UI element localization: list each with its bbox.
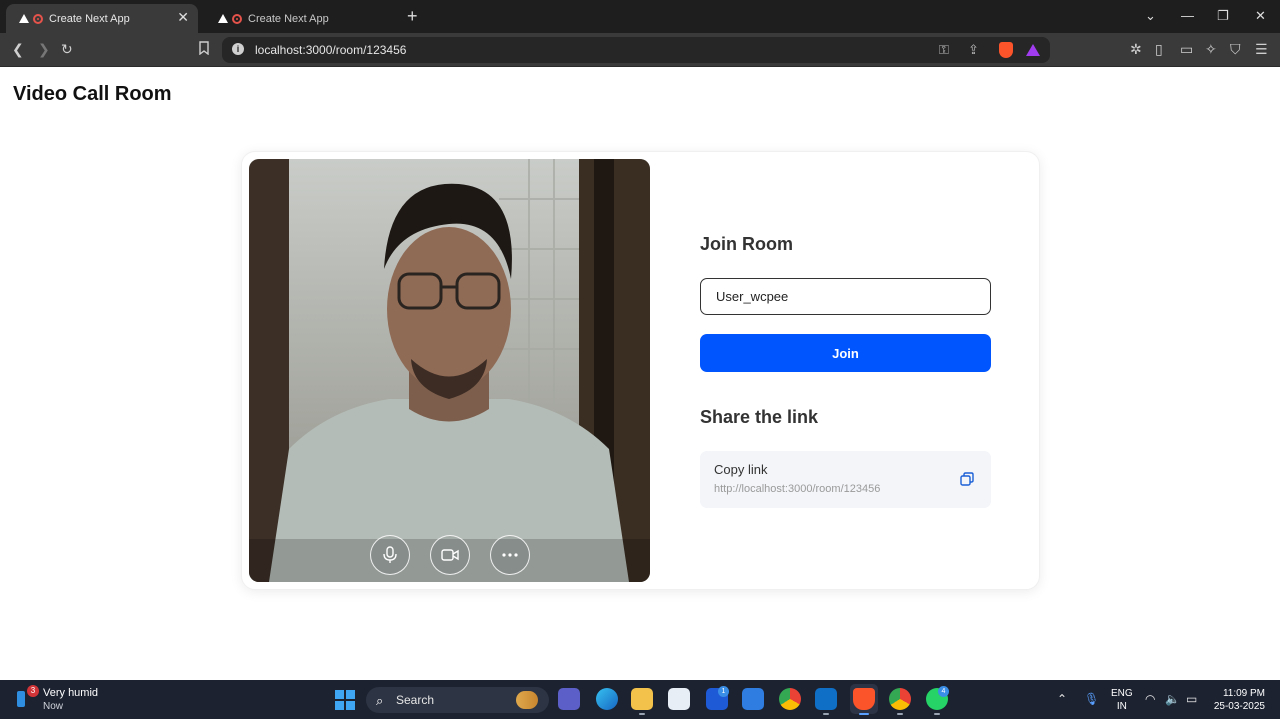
clock[interactable]: 11:09 PM 25-03-2025 [1212, 687, 1265, 713]
join-button[interactable]: Join [700, 334, 991, 372]
language-code: ENG [1111, 688, 1133, 699]
brave-icon[interactable] [853, 688, 875, 710]
video-preview [249, 159, 650, 582]
leo-ai-icon[interactable]: ✧ [1205, 41, 1217, 57]
weather-icon [17, 691, 25, 707]
reload-icon[interactable]: ↻ [61, 41, 73, 57]
running-indicator [639, 713, 645, 715]
running-indicator [897, 713, 903, 715]
camera-feed-image [249, 159, 650, 582]
region-code: IN [1116, 701, 1127, 712]
page-title: Video Call Room [13, 83, 172, 105]
minimize-icon[interactable]: — [1181, 8, 1194, 23]
address-bar[interactable]: i localhost:3000/room/123456 ⚿ ⇪ [222, 37, 1050, 63]
running-indicator [823, 713, 829, 715]
battery-icon[interactable]: ▭ [1186, 692, 1197, 706]
copy-link-label: Copy link [714, 462, 768, 477]
more-options-button[interactable] [490, 535, 530, 575]
vercel-icon [19, 14, 29, 23]
os-taskbar: 3 Very humid Now ⌕ Search 1 4 ⌃ 🎙 ENG IN… [0, 680, 1280, 719]
file-explorer-icon[interactable] [631, 688, 653, 710]
taskbar-search[interactable]: ⌕ Search [366, 687, 549, 713]
search-highlight-icon [516, 691, 538, 709]
browser-tab[interactable]: Create Next App [205, 4, 403, 33]
search-icon: ⌕ [376, 693, 384, 708]
new-tab-icon[interactable]: + [407, 6, 418, 27]
back-icon[interactable]: ❮ [12, 41, 24, 57]
bookmark-icon[interactable] [198, 41, 210, 58]
recording-icon [232, 13, 242, 24]
share-icon[interactable]: ⇪ [968, 42, 979, 58]
running-indicator [934, 713, 940, 715]
hidden-icons-chevron-icon[interactable]: ⌃ [1057, 692, 1067, 706]
recording-icon [33, 13, 43, 24]
edge-icon[interactable] [596, 688, 618, 710]
room-link-text: http://localhost:3000/room/123456 [714, 483, 881, 495]
vscode-icon[interactable] [815, 688, 837, 710]
time-text: 11:09 PM [1222, 688, 1265, 699]
forward-icon[interactable]: ❯ [38, 41, 50, 57]
username-input[interactable] [700, 278, 991, 315]
volume-icon[interactable]: 🔈 [1165, 692, 1180, 706]
chrome-profile-icon[interactable] [889, 688, 911, 710]
url-text[interactable]: localhost:3000/room/123456 [255, 43, 406, 57]
tab-title: Create Next App [248, 12, 329, 25]
active-indicator [859, 713, 869, 715]
microphone-button[interactable] [370, 535, 410, 575]
browser-tab-bar: Create Next App ✕ Create Next App + ⌄ — … [0, 0, 1280, 33]
wifi-icon[interactable]: ◠ [1145, 692, 1155, 706]
weather-title: Very humid [43, 687, 99, 699]
maximize-icon[interactable]: ❐ [1217, 8, 1229, 24]
tab-list-chevron-icon[interactable]: ⌄ [1145, 8, 1156, 24]
tab-title: Create Next App [49, 12, 130, 25]
sidebar-icon[interactable]: ▯ [1155, 41, 1163, 57]
join-room-heading: Join Room [700, 234, 793, 254]
brave-shields-icon[interactable] [999, 42, 1013, 58]
key-icon[interactable]: ⚿ [939, 42, 949, 58]
copy-link-box[interactable]: Copy link http://localhost:3000/room/123… [700, 451, 991, 508]
extensions-icon[interactable]: ✲ [1130, 41, 1142, 57]
window-close-icon[interactable]: ✕ [1255, 8, 1266, 24]
vpn-icon[interactable]: ⛉ [1230, 41, 1241, 57]
app-badge: 1 [718, 686, 729, 697]
date-text: 25-03-2025 [1213, 701, 1265, 712]
app-badge: 4 [938, 686, 949, 697]
microphone-icon [383, 546, 397, 563]
notification-badge: 3 [27, 685, 39, 697]
language-indicator[interactable]: ENG IN [1111, 687, 1133, 713]
vercel-icon [218, 14, 228, 23]
browser-tab-active[interactable]: Create Next App ✕ [6, 4, 198, 33]
share-link-heading: Share the link [700, 407, 819, 427]
camera-button[interactable] [430, 535, 470, 575]
microphone-tray-icon[interactable]: 🎙 [1084, 692, 1099, 706]
browser-toolbar: ❮ ❯ ↻ i localhost:3000/room/123456 ⚿ ⇪ ✲… [0, 33, 1280, 67]
wallet-icon[interactable]: ▭ [1180, 41, 1193, 57]
copy-icon[interactable] [960, 472, 974, 486]
more-dots-icon [502, 553, 518, 557]
windows-start-icon[interactable] [335, 690, 355, 710]
microsoft-store-icon[interactable] [668, 688, 690, 710]
menu-icon[interactable]: ☰ [1255, 41, 1268, 57]
site-info-icon[interactable]: i [232, 43, 244, 55]
close-tab-icon[interactable]: ✕ [177, 9, 189, 26]
video-camera-icon [441, 549, 459, 561]
teams-icon[interactable] [558, 688, 580, 710]
brave-rewards-icon[interactable] [1026, 44, 1040, 56]
paint-icon[interactable] [742, 688, 764, 710]
chrome-icon[interactable] [779, 688, 801, 710]
weather-subtitle: Now [43, 701, 64, 712]
search-label: Search [396, 693, 435, 707]
